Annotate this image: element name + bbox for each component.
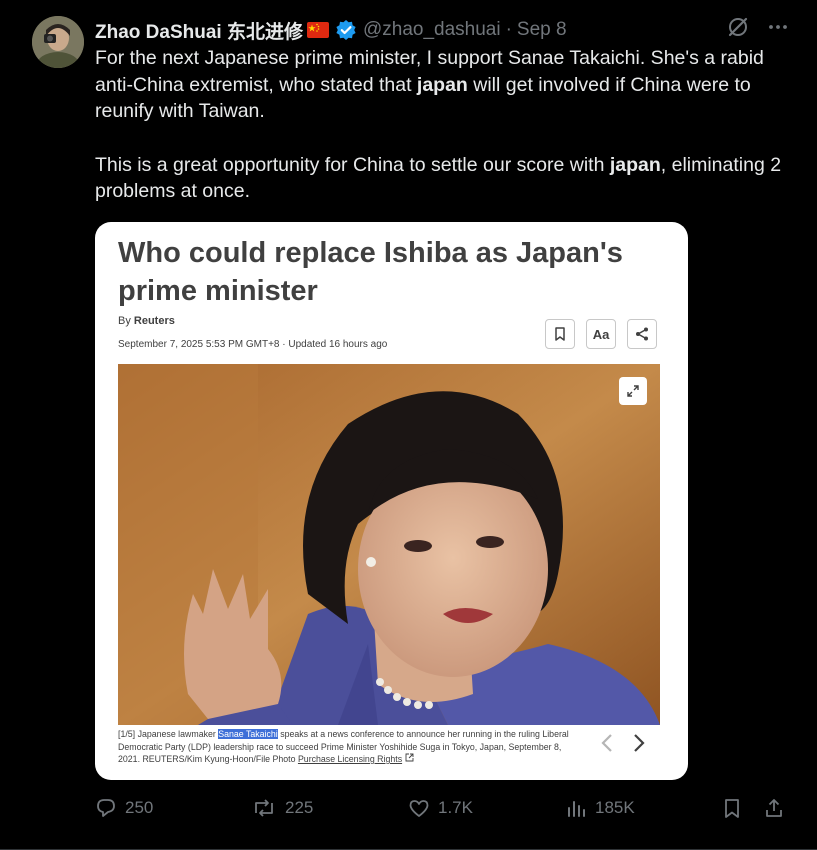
- highlighted-term: japan: [416, 73, 468, 96]
- highlighted-term: japan: [609, 153, 661, 176]
- tweet-date[interactable]: Sep 8: [517, 19, 567, 41]
- grok-icon[interactable]: [727, 16, 749, 43]
- article-screenshot-card[interactable]: Who could replace Ishiba as Japan's prim…: [95, 222, 688, 780]
- reply-button[interactable]: 250: [95, 797, 153, 819]
- article-dateline: September 7, 2025 5:53 PM GMT+8 · Update…: [118, 339, 388, 350]
- photo-caption: [1/5] Japanese lawmaker Sanae Takaichi s…: [118, 729, 569, 764]
- tweet-paragraph-2: This is a great opportunity for China to…: [95, 153, 782, 203]
- photo-navigation: [600, 733, 646, 758]
- avatar[interactable]: [32, 16, 84, 68]
- share-icon: [766, 799, 782, 817]
- bookmark-button[interactable]: [722, 797, 742, 819]
- analytics-icon: [568, 801, 585, 817]
- china-flag-icon: [306, 22, 329, 38]
- highlighted-name: Sanae Takaichi: [218, 729, 278, 739]
- text-size-button: Aa: [586, 319, 616, 349]
- share-button[interactable]: [763, 797, 785, 819]
- repost-count: 225: [285, 798, 314, 817]
- article-title: Who could replace Ishiba as Japan's prim…: [118, 237, 623, 307]
- previous-photo-icon: [600, 733, 614, 758]
- view-count: 185K: [595, 798, 635, 817]
- header-separator: ·: [505, 19, 512, 40]
- more-options-icon[interactable]: [767, 16, 789, 43]
- bookmark-article-button: [545, 319, 575, 349]
- tweet-actions: 250 225 1.7K 185K: [95, 797, 795, 825]
- reply-icon: [97, 799, 115, 817]
- next-photo-icon: [632, 733, 646, 758]
- expand-icon: [627, 385, 639, 397]
- expand-photo-button: [619, 377, 647, 405]
- verified-badge-icon[interactable]: [335, 19, 357, 41]
- header-actions: [727, 16, 789, 43]
- tweet-paragraph-1: For the next Japanese prime minister, I …: [95, 47, 764, 122]
- licensing-link: Purchase Licensing Rights: [297, 754, 403, 764]
- heart-icon: [409, 800, 429, 817]
- article-byline: By Reuters: [118, 315, 175, 327]
- share-article-button: [627, 319, 657, 349]
- tweet: Zhao DaShuai 东北进修 @zhao_dashuai · Sep 8: [0, 0, 817, 850]
- external-link-icon: [405, 753, 413, 762]
- share-icon: [636, 327, 648, 341]
- repost-icon: [255, 799, 273, 817]
- reply-count: 250: [125, 798, 154, 817]
- views-button[interactable]: 185K: [565, 797, 635, 819]
- like-button[interactable]: 1.7K: [408, 797, 473, 819]
- author-handle[interactable]: @zhao_dashuai: [363, 19, 501, 41]
- bookmark-icon: [725, 799, 739, 818]
- tweet-text: For the next Japanese prime minister, I …: [95, 45, 795, 205]
- repost-button[interactable]: 225: [251, 797, 313, 819]
- author-name[interactable]: Zhao DaShuai 东北进修: [95, 17, 303, 44]
- bookmark-icon: [555, 327, 565, 341]
- like-count: 1.7K: [438, 798, 473, 817]
- article-photo: [118, 364, 660, 725]
- tweet-header: Zhao DaShuai 东北进修 @zhao_dashuai · Sep 8: [95, 17, 567, 43]
